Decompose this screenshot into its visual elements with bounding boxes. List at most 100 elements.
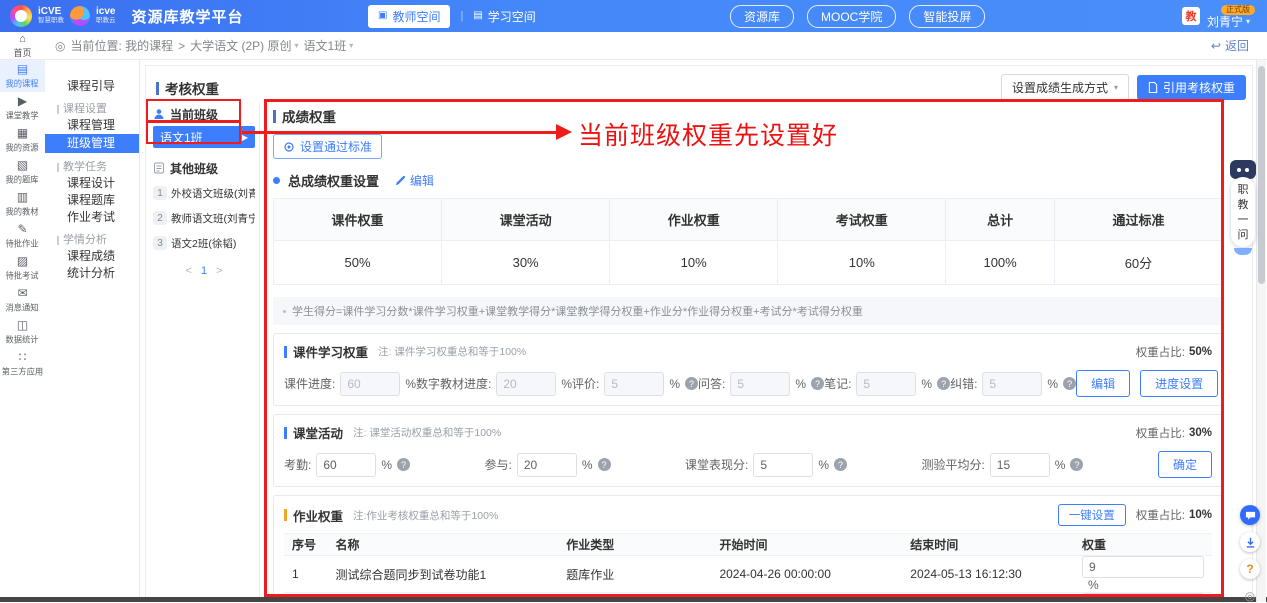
- col-passing-standard: 通过标准: [1054, 199, 1222, 241]
- help-icon[interactable]: ?: [685, 377, 698, 390]
- col-name: 名称: [328, 534, 559, 556]
- class-list-item[interactable]: 3 语文2班(徐韬): [153, 233, 255, 253]
- section-bar-decoration: [284, 509, 287, 521]
- evaluation-input[interactable]: [604, 372, 664, 396]
- menu-item-course-guide[interactable]: 课程引导: [45, 78, 139, 95]
- chevron-right-icon: ▶: [242, 133, 248, 142]
- notes-input[interactable]: [856, 372, 916, 396]
- teacher-space-tab[interactable]: ▣ 教师空间: [368, 5, 450, 28]
- sidebar-item-my-question-bank[interactable]: ▧ 我的题库: [0, 156, 45, 188]
- pagination-next-button[interactable]: >: [216, 265, 222, 277]
- edit-total-weight-link[interactable]: 编辑: [395, 172, 434, 189]
- courseware-box-note: 注: 课件学习权重总和等于100%: [378, 344, 526, 359]
- menu-section-learning-analysis: 学情分析: [45, 233, 139, 248]
- set-passing-standard-button[interactable]: 设置通过标准: [273, 134, 382, 159]
- menu-item-course-grades[interactable]: 课程成绩: [45, 248, 139, 265]
- pagination-prev-button[interactable]: <: [186, 265, 192, 277]
- val-passing-standard: 60分: [1054, 241, 1222, 285]
- menu-item-statistics-analysis[interactable]: 统计分析: [45, 265, 139, 282]
- summary-value-row: 50% 30% 10% 10% 100% 60分: [274, 241, 1223, 285]
- cite-assessment-weight-button[interactable]: 引用考核权重: [1137, 75, 1246, 100]
- sidebar-item-pending-homework[interactable]: ✎ 待批作业: [0, 220, 45, 252]
- user-menu[interactable]: 刘青宁 ▾: [1207, 16, 1250, 28]
- sidebar-item-my-resources[interactable]: ▦ 我的资源: [0, 124, 45, 156]
- sidebar-item-classroom-teaching[interactable]: ▶ 课堂教学: [0, 92, 45, 124]
- learning-space-tab[interactable]: ▤ 学习空间: [473, 8, 535, 25]
- version-badge: 正式版: [1221, 5, 1255, 15]
- help-icon[interactable]: ?: [834, 458, 847, 471]
- smart-cast-button[interactable]: 智能投屏: [909, 5, 985, 28]
- class-dropdown[interactable]: 语文1班 ▾: [304, 37, 354, 54]
- title-bar-decoration: [156, 82, 159, 95]
- digital-textbook-progress-input[interactable]: [496, 372, 556, 396]
- sidebar-item-my-courses[interactable]: ▤ 我的课程: [0, 60, 45, 92]
- back-button[interactable]: ↩ 返回: [1211, 32, 1249, 59]
- sidebar-item-third-party-apps[interactable]: ∷ 第三方应用: [0, 348, 45, 380]
- class-list-item[interactable]: 2 教师语文班(刘青宁): [153, 208, 255, 228]
- bullet-dot-icon: [273, 177, 280, 184]
- menu-item-homework-exam[interactable]: 作业考试: [45, 209, 139, 226]
- attendance-input[interactable]: [316, 453, 376, 477]
- sidebar-item-pending-exams[interactable]: ▨ 待批考试: [0, 252, 45, 284]
- sidebar-item-my-textbooks[interactable]: ▥ 我的教材: [0, 188, 45, 220]
- class-panel: 当前班级 语文1班 ▶ 其他班级 1 外校语文班级(刘青宁sy) 2 教师语文班…: [148, 102, 260, 601]
- app-icon[interactable]: 教: [1182, 7, 1200, 25]
- current-class-item[interactable]: 语文1班 ▶: [153, 126, 255, 148]
- feedback-chat-button[interactable]: [1240, 505, 1260, 525]
- class-list-item[interactable]: 1 外校语文班级(刘青宁sy): [153, 183, 255, 203]
- sidebar-item-home[interactable]: ⌂ 首页: [0, 33, 45, 59]
- bullet-dot-icon: [283, 310, 286, 313]
- help-icon[interactable]: ?: [397, 458, 410, 471]
- pagination-page-1[interactable]: 1: [201, 265, 207, 277]
- main-card: 考核权重 设置成绩生成方式 ▾ 引用考核权重 当前班级 语文1班 ▶: [145, 65, 1253, 602]
- courseware-weight-box: 课件学习权重 注: 课件学习权重总和等于100% 权重占比: 50% 课件进度:…: [273, 333, 1223, 406]
- menu-item-course-question-bank[interactable]: 课程题库: [45, 192, 139, 209]
- quiz-average-input[interactable]: [990, 453, 1050, 477]
- class-name: 语文1班: [304, 37, 347, 54]
- activity-box-note: 注: 课堂活动权重总和等于100%: [353, 425, 501, 440]
- help-icon[interactable]: ?: [1063, 377, 1076, 390]
- confirm-button[interactable]: 确定: [1158, 451, 1212, 478]
- class-pagination: < 1 >: [153, 265, 255, 277]
- platform-title: 资源库教学平台: [132, 6, 244, 27]
- courseware-progress-input[interactable]: [340, 372, 400, 396]
- scrollbar-thumb[interactable]: [1258, 66, 1265, 284]
- menu-section-teaching-tasks: 教学任务: [45, 160, 139, 175]
- help-icon[interactable]: ?: [811, 377, 824, 390]
- homework-box-note: 注:作业考核权重总和等于100%: [353, 508, 498, 523]
- class-performance-input[interactable]: [753, 453, 813, 477]
- qa-input[interactable]: [730, 372, 790, 396]
- mooc-college-button[interactable]: MOOC学院: [807, 5, 896, 28]
- table-row: 1 测试综合题同步到试卷功能1 题库作业 2024-04-26 00:00:00…: [284, 556, 1212, 593]
- help-icon[interactable]: ?: [1070, 458, 1083, 471]
- target-icon[interactable]: ◎: [1245, 589, 1255, 603]
- course-dropdown[interactable]: 大学语文 (2P) 原创 ▾: [190, 37, 298, 54]
- download-button[interactable]: [1240, 532, 1260, 552]
- participation-input[interactable]: [517, 453, 577, 477]
- menu-item-class-management[interactable]: 班级管理: [45, 134, 139, 153]
- homework-weight-input[interactable]: [1082, 556, 1204, 578]
- brand-logos: iCVE 智慧职教 icve 职教云 资源库教学平台: [10, 5, 244, 27]
- help-button[interactable]: ?: [1240, 559, 1260, 579]
- home-label: 首页: [13, 46, 31, 59]
- resource-library-button[interactable]: 资源库: [730, 5, 794, 28]
- help-icon[interactable]: ?: [598, 458, 611, 471]
- progress-settings-button[interactable]: 进度设置: [1140, 370, 1218, 397]
- error-correction-input[interactable]: [982, 372, 1042, 396]
- menu-item-course-management[interactable]: 课程管理: [45, 117, 139, 134]
- grade-generation-dropdown[interactable]: 设置成绩生成方式 ▾: [1001, 74, 1129, 101]
- back-label: 返回: [1225, 37, 1249, 54]
- one-click-setup-button[interactable]: 一键设置: [1058, 504, 1126, 526]
- back-icon: ↩: [1211, 39, 1221, 53]
- class-index-badge: 2: [153, 211, 167, 225]
- sidebar-item-data-statistics[interactable]: ◫ 数据统计: [0, 316, 45, 348]
- help-icon[interactable]: ?: [937, 377, 950, 390]
- title-bar-decoration: [273, 110, 276, 123]
- field-quiz-average: 测验平均分: % ?: [921, 453, 1083, 477]
- col-weight: 权重: [1074, 534, 1212, 556]
- sidebar-item-notifications[interactable]: ✉ 消息通知: [0, 284, 45, 316]
- menu-item-course-design[interactable]: 课程设计: [45, 175, 139, 192]
- assistant-widget[interactable]: 职 教 一 问: [1229, 160, 1257, 255]
- edit-button[interactable]: 编辑: [1076, 370, 1130, 397]
- chevron-down-icon: ▾: [1114, 83, 1118, 92]
